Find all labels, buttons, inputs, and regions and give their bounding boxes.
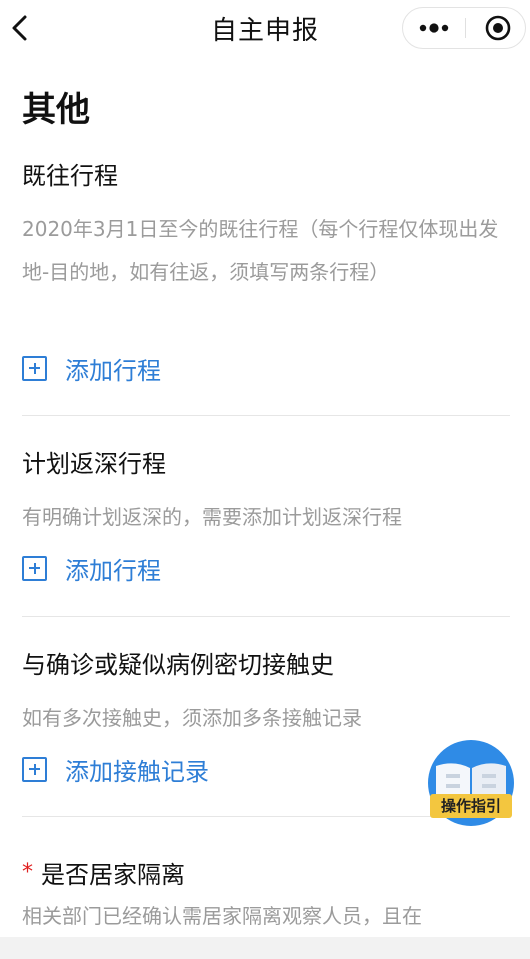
add-planned-trip-label: 添加行程	[65, 556, 161, 585]
required-mark: *	[22, 860, 33, 885]
close-contact-title: 与确诊或疑似病例密切接触史	[22, 651, 334, 679]
nav-bar: 自主申报	[0, 0, 530, 56]
home-quarantine-section: * 是否居家隔离 相关部门已经确认需居家隔离观察人员，且在	[22, 855, 510, 935]
planned-return-desc: 有明确计划返深的，需要添加计划返深行程	[22, 505, 402, 529]
home-quarantine-title-row: * 是否居家隔离	[22, 855, 185, 890]
planned-return-title: 计划返深行程	[22, 450, 166, 478]
past-trips-desc: 2020年3月1日至今的既往行程（每个行程仅体现出发地-目的地，如有往返，须填写…	[22, 217, 499, 284]
past-trips-title: 既往行程	[22, 162, 118, 190]
plus-square-icon	[22, 355, 47, 381]
mini-program-capsule	[402, 7, 526, 49]
add-contact-record-label: 添加接触记录	[65, 757, 209, 786]
add-planned-trip-button[interactable]: 添加行程	[22, 552, 161, 585]
more-dots-icon	[419, 23, 449, 33]
planned-return-section: 计划返深行程 有明确计划返深的，需要添加计划返深行程 添加行程	[22, 444, 510, 594]
bottom-bar	[0, 937, 530, 959]
target-circle-icon	[485, 15, 511, 41]
home-quarantine-title: 是否居家隔离	[41, 861, 185, 889]
plus-square-icon	[22, 756, 47, 782]
operation-guide-label: 操作指引	[440, 797, 501, 815]
plus-square-icon	[22, 555, 47, 581]
past-trips-section: 既往行程 2020年3月1日至今的既往行程（每个行程仅体现出发地-目的地，如有往…	[22, 156, 510, 396]
operation-guide-button[interactable]: 操作指引	[424, 740, 518, 826]
close-mini-program-button[interactable]	[466, 8, 526, 48]
more-button[interactable]	[403, 8, 465, 48]
divider	[22, 616, 510, 617]
home-quarantine-desc: 相关部门已经确认需居家隔离观察人员，且在	[22, 904, 422, 928]
divider	[22, 415, 510, 416]
section-heading: 其他	[22, 90, 90, 130]
add-contact-record-button[interactable]: 添加接触记录	[22, 753, 209, 786]
close-contact-desc: 如有多次接触史，须添加多条接触记录	[22, 706, 362, 730]
add-past-trip-button[interactable]: 添加行程	[22, 352, 161, 385]
add-past-trip-label: 添加行程	[65, 356, 161, 385]
